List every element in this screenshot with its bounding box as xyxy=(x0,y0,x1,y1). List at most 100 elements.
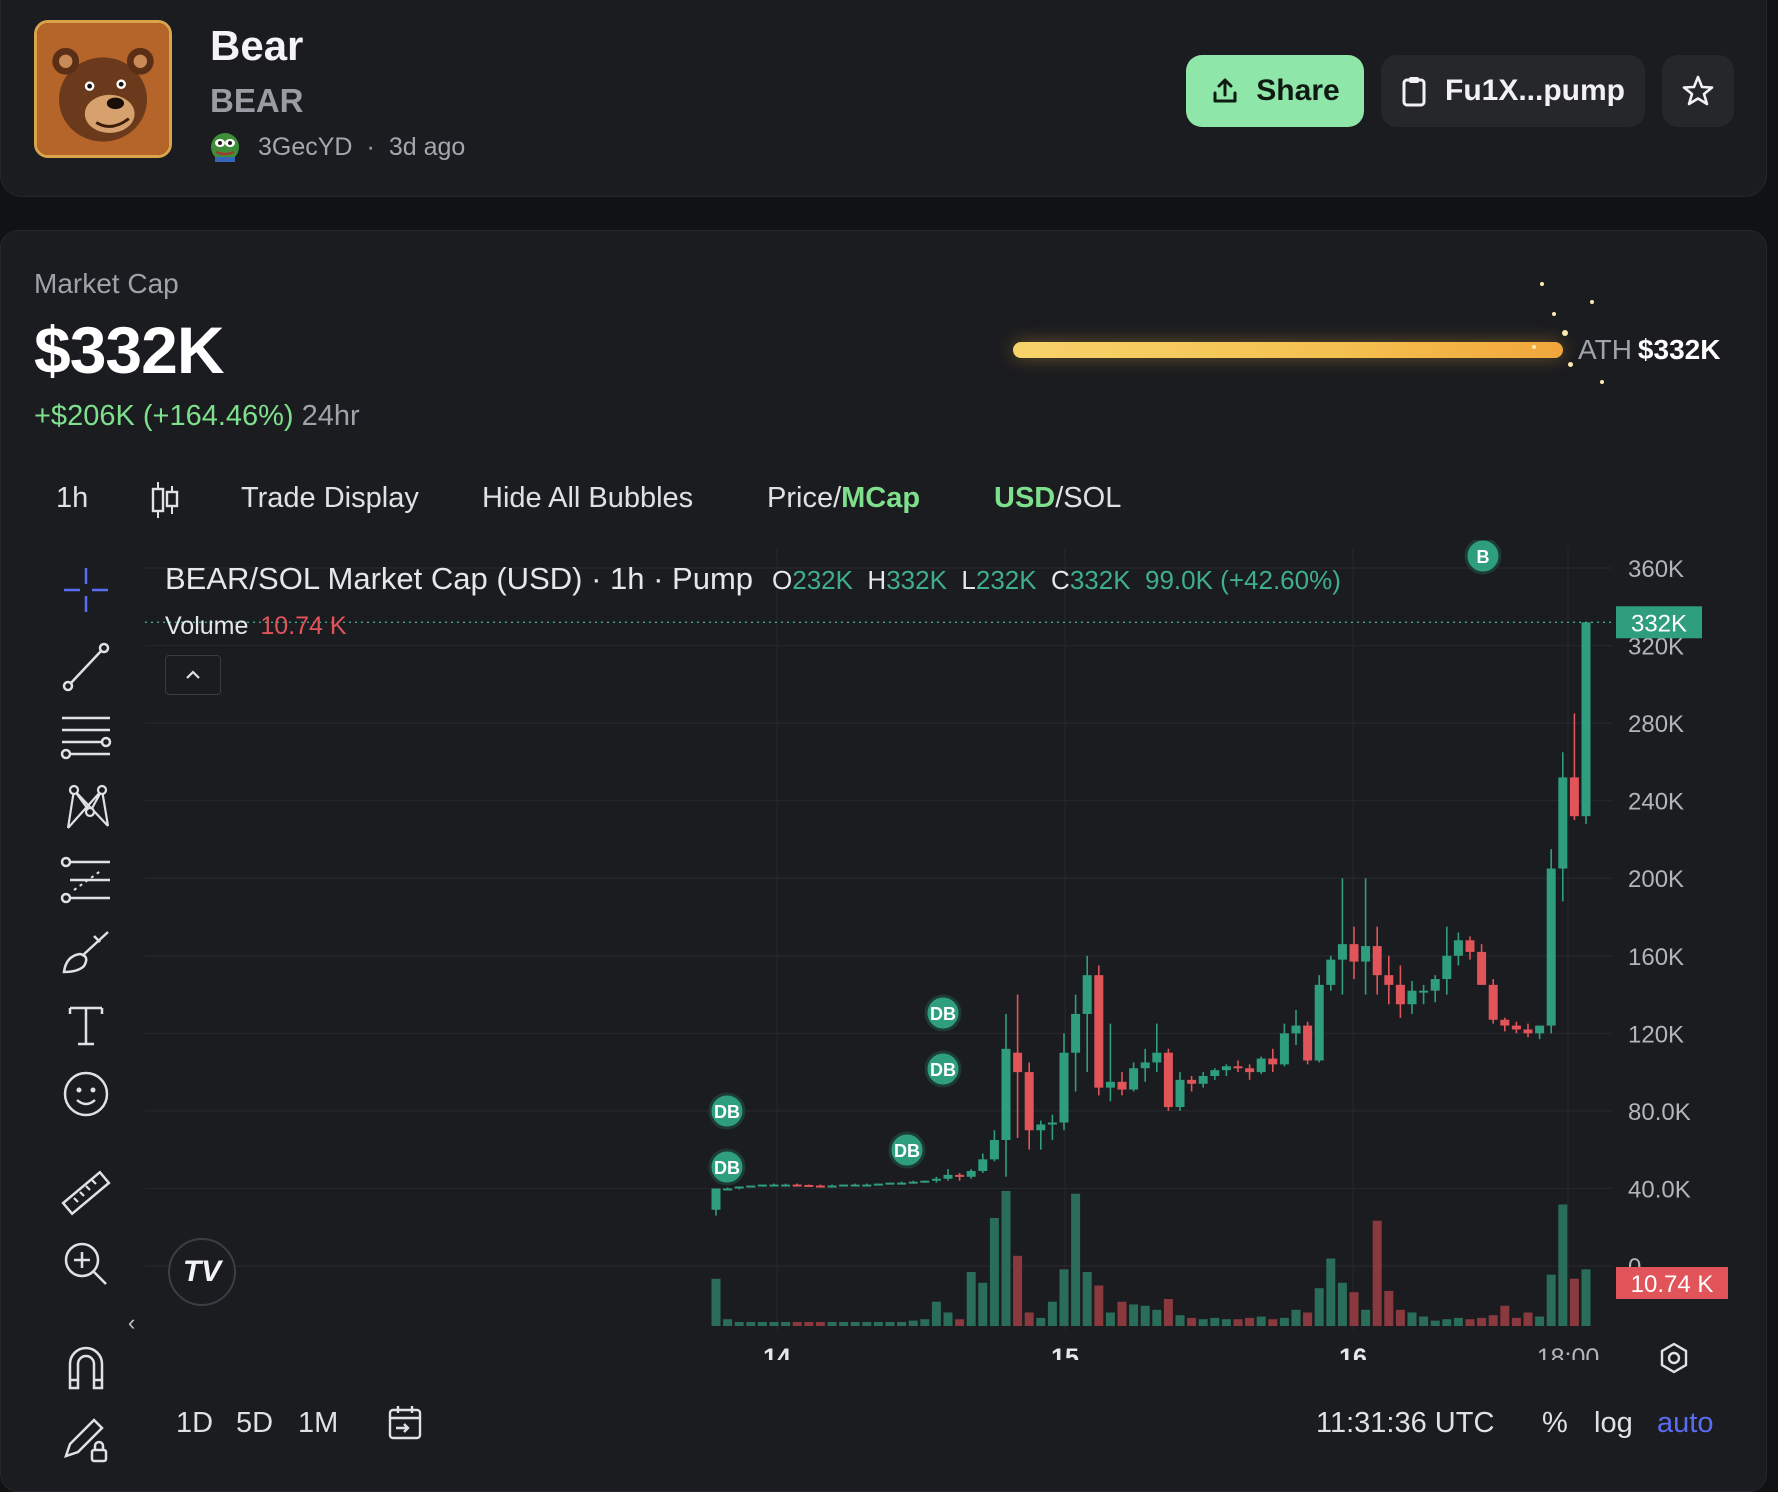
volume-bar xyxy=(734,1321,744,1326)
range-1m-button[interactable]: 1M xyxy=(298,1407,338,1440)
volume-bar xyxy=(1361,1309,1371,1326)
candle-body xyxy=(1558,777,1568,869)
utc-clock: 11:31:36 UTC xyxy=(1316,1407,1495,1439)
range-1d-button[interactable]: 1D xyxy=(176,1407,213,1440)
trade-bubble-label: DB xyxy=(894,1141,920,1161)
volume-bar xyxy=(1221,1319,1231,1326)
market-cap-chart[interactable]: 360K320K280K240K200K160K120K80.0K40.0K01… xyxy=(0,540,1778,1360)
volume-bar xyxy=(955,1319,965,1326)
volume-bar xyxy=(792,1321,802,1326)
volume-bar xyxy=(1140,1305,1150,1326)
candle-body xyxy=(1059,1052,1069,1123)
candle-body xyxy=(1233,1066,1243,1069)
chart-settings-icon[interactable] xyxy=(1656,1340,1692,1376)
copy-address-button[interactable]: Fu1X...pump xyxy=(1381,55,1645,127)
candle-body xyxy=(1361,946,1371,962)
hide-bubbles-toggle[interactable]: Hide All Bubbles xyxy=(482,482,693,515)
auto-scale-toggle[interactable]: auto xyxy=(1657,1407,1713,1440)
separator-dot: · xyxy=(366,132,375,161)
y-tick-label: 360K xyxy=(1628,556,1684,583)
trade-bubble-label: B xyxy=(1477,547,1490,567)
candle-body xyxy=(757,1184,767,1187)
volume-bar xyxy=(897,1321,907,1326)
last-price-label: 332K xyxy=(1631,610,1687,637)
candle-body xyxy=(1477,951,1487,985)
change-legend: 99.0K (+42.60%) xyxy=(1145,565,1341,595)
trade-bubble-label: DB xyxy=(714,1158,740,1178)
price-option: Price/ xyxy=(767,482,842,514)
log-scale-toggle[interactable]: log xyxy=(1594,1407,1633,1440)
chevron-up-icon xyxy=(186,670,200,679)
y-tick-label: 240K xyxy=(1628,789,1684,816)
x-tick-label: 15 xyxy=(1051,1344,1079,1360)
share-button[interactable]: Share xyxy=(1186,55,1364,127)
trade-bubble-label: DB xyxy=(714,1102,740,1122)
trade-display-toggle[interactable]: Trade Display xyxy=(241,482,419,515)
volume-bar xyxy=(1082,1272,1092,1326)
y-tick-label: 280K xyxy=(1628,711,1684,738)
volume-bar xyxy=(1105,1312,1115,1326)
candle-body xyxy=(1210,1070,1220,1076)
volume-bar xyxy=(885,1321,895,1326)
open-value: 232K xyxy=(792,565,853,595)
candle-body xyxy=(1337,944,1347,960)
candle-body xyxy=(1105,1081,1115,1088)
volume-bar xyxy=(1477,1317,1487,1326)
y-tick-label: 160K xyxy=(1628,944,1684,971)
interval-selector[interactable]: 1h xyxy=(56,482,88,515)
ath-value: $332K xyxy=(1637,334,1721,365)
price-mcap-toggle[interactable]: Price/MCap xyxy=(767,482,920,515)
open-key: O xyxy=(772,565,793,595)
creator-name[interactable]: 3GecYD xyxy=(258,133,352,162)
volume-bar xyxy=(1256,1316,1266,1326)
volume-bar xyxy=(1001,1191,1011,1326)
volume-bar xyxy=(989,1218,999,1326)
volume-bar xyxy=(746,1321,756,1326)
volume-legend: Volume 10.74 K xyxy=(165,612,347,641)
volume-bar xyxy=(1245,1317,1255,1326)
volume-bar xyxy=(1175,1315,1185,1326)
volume-tag-label: 10.74 K xyxy=(1631,1271,1714,1298)
collapse-legend-button[interactable] xyxy=(165,655,221,695)
candle-body xyxy=(1187,1079,1197,1084)
volume-bar xyxy=(757,1321,767,1326)
candle-body xyxy=(1442,955,1452,980)
volume-bar xyxy=(1430,1320,1440,1326)
usd-sol-toggle[interactable]: USD/SOL xyxy=(994,482,1121,515)
y-tick-label: 40.0K xyxy=(1628,1176,1691,1203)
candles-icon[interactable] xyxy=(150,480,180,520)
percent-scale-toggle[interactable]: % xyxy=(1542,1407,1568,1440)
candle-body xyxy=(1500,1019,1510,1026)
tradingview-logo[interactable]: TV xyxy=(168,1238,236,1306)
sol-option: /SOL xyxy=(1055,482,1122,514)
date-range-icon[interactable] xyxy=(386,1404,424,1442)
candle-body xyxy=(1395,984,1405,1005)
candle-body xyxy=(1256,1058,1266,1073)
candle-body xyxy=(1511,1025,1521,1030)
candle-body xyxy=(1175,1079,1185,1108)
candle-body xyxy=(1407,990,1417,1005)
candle-body xyxy=(1488,984,1498,1020)
lock-pencil-icon[interactable] xyxy=(58,1410,114,1466)
ath-text: ATH xyxy=(1578,334,1632,365)
candle-body xyxy=(1152,1052,1162,1063)
volume-bar xyxy=(723,1319,733,1326)
candle-body xyxy=(839,1184,849,1187)
candle-body xyxy=(1569,777,1579,817)
volume-bar xyxy=(781,1321,791,1326)
range-5d-button[interactable]: 5D xyxy=(236,1407,273,1440)
volume-bar xyxy=(1013,1255,1023,1326)
share-label: Share xyxy=(1256,74,1340,107)
y-tick-label: 200K xyxy=(1628,866,1684,893)
candle-body xyxy=(1047,1122,1057,1125)
volume-bar xyxy=(1291,1309,1301,1326)
volume-bar xyxy=(1129,1304,1139,1326)
change-period: 24hr xyxy=(301,400,360,432)
volume-bar xyxy=(1523,1312,1533,1326)
creator-row: 3GecYD · 3d ago xyxy=(210,132,465,162)
volume-bar xyxy=(1511,1317,1521,1326)
candle-body xyxy=(1279,1033,1289,1065)
ohlc-legend: O232K H332K L232K C332K 99.0K (+42.60%) xyxy=(772,565,1341,596)
favorite-button[interactable] xyxy=(1662,55,1734,127)
candle-body xyxy=(1430,979,1440,991)
